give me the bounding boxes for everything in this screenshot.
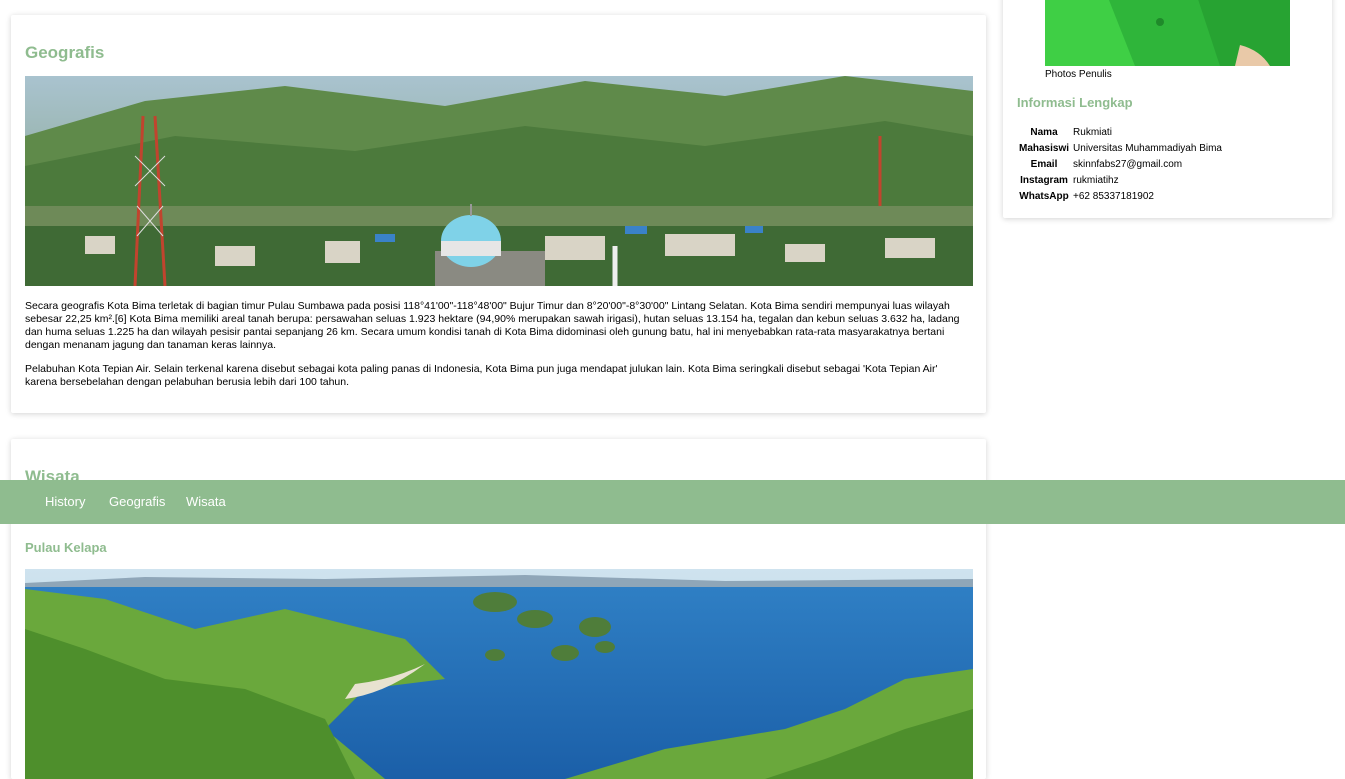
info-value: Universitas Muhammadiyah Bima	[1073, 142, 1222, 154]
info-value: rukmiatihz	[1073, 174, 1119, 186]
nav-link-wisata[interactable]: Wisata	[186, 494, 226, 509]
info-row-mahasiswi: Mahasiswi Universitas Muhammadiyah Bima	[1017, 140, 1224, 156]
geografis-paragraph-2: Pelabuhan Kota Tepian Air. Selain terken…	[25, 363, 938, 388]
info-label: Instagram	[1020, 174, 1068, 186]
geografis-heading: Geografis	[25, 43, 105, 62]
info-row-email: Email skinnfabs27@gmail.com	[1017, 156, 1224, 172]
author-info-table: Nama Rukmiati Mahasiswi Universitas Muha…	[1017, 124, 1224, 204]
nav-link-history[interactable]: History	[45, 494, 85, 509]
nav-link-geografis[interactable]: Geografis	[109, 494, 165, 509]
info-heading: Informasi Lengkap	[1017, 95, 1133, 110]
pulau-kelapa-heading: Pulau Kelapa	[25, 540, 107, 555]
info-row-whatsapp: WhatsApp +62 85337181902	[1017, 188, 1224, 204]
info-label: Nama	[1030, 126, 1058, 138]
info-label: Mahasiswi	[1019, 142, 1070, 154]
info-value: Rukmiati	[1073, 126, 1112, 138]
info-label: WhatsApp	[1019, 190, 1069, 202]
author-info-panel: Photos Penulis Informasi Lengkap Nama Ru…	[1003, 0, 1332, 218]
pulau-kelapa-image	[25, 569, 973, 779]
info-value: skinnfabs27@gmail.com	[1073, 158, 1183, 170]
author-photo	[1045, 0, 1290, 66]
geografis-section: Geografis Secara geografis Kota Bima ter…	[11, 15, 986, 413]
info-row-instagram: Instagram rukmiatihz	[1017, 172, 1224, 188]
info-label: Email	[1030, 158, 1058, 170]
geografis-paragraph-1: Secara geografis Kota Bima terletak di b…	[25, 300, 960, 351]
photo-caption: Photos Penulis	[1045, 69, 1112, 80]
info-value: +62 85337181902	[1073, 190, 1154, 202]
info-row-nama: Nama Rukmiati	[1017, 124, 1224, 140]
navigation-bar: History Geografis Wisata	[0, 480, 1345, 524]
kota-bima-panorama-image	[25, 76, 973, 286]
